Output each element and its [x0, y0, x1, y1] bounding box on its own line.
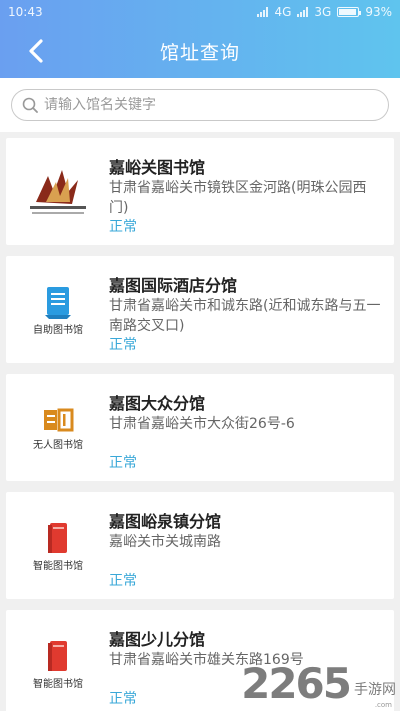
network-label-2: 3G — [314, 5, 332, 19]
signal-icon — [257, 7, 269, 17]
watermark-label: 手游网 — [354, 682, 396, 698]
library-status: 正常 — [109, 455, 137, 471]
logo-caption: 智能图书馆 — [33, 560, 83, 572]
search-box[interactable] — [11, 89, 389, 121]
signal-icon-2 — [297, 7, 309, 17]
status-time: 10:43 — [8, 5, 43, 19]
smart-library-logo: 智能图书馆 — [22, 628, 94, 700]
page-title: 馆址查询 — [159, 41, 240, 64]
library-status: 正常 — [109, 337, 137, 353]
library-status: 正常 — [109, 573, 137, 589]
watermark-suffix: .com — [374, 701, 392, 709]
status-bar: 10:43 4G 3G 93% — [0, 0, 400, 24]
logo-caption: 自助图书馆 — [33, 324, 83, 336]
search-bar — [0, 78, 400, 132]
library-name: 嘉峪关图书馆 — [109, 158, 206, 177]
library-card-yuquan[interactable]: 智能图书馆 嘉图峪泉镇分馆 嘉峪关市关城南路 正常 — [6, 492, 394, 599]
library-status: 正常 — [109, 691, 137, 707]
library-card-hotel[interactable]: 自助图书馆 嘉图国际酒店分馆 甘肃省嘉峪关市和诚东路(近和诚东路与五一南路交叉口… — [6, 256, 394, 363]
search-icon — [22, 97, 38, 113]
library-address: 嘉峪关市关城南路 — [109, 534, 221, 550]
network-label-1: 4G — [274, 5, 292, 19]
unmanned-library-logo: 无人图书馆 — [22, 392, 94, 464]
library-address: 甘肃省嘉峪关市和诚东路(近和诚东路与五一南路交叉口) — [109, 298, 381, 334]
library-name: 嘉图国际酒店分馆 — [109, 276, 238, 295]
nav-bar: 馆址查询 — [0, 24, 400, 78]
status-indicators: 4G 3G 93% — [257, 5, 392, 19]
app-header: 10:43 4G 3G 93% 馆址查询 — [0, 0, 400, 78]
logo-caption: 无人图书馆 — [33, 439, 83, 451]
search-input[interactable] — [44, 97, 364, 113]
watermark-number: 2265 — [241, 659, 352, 708]
library-name: 嘉图大众分馆 — [109, 394, 206, 413]
battery-icon — [337, 7, 362, 17]
jiayuguan-library-logo — [22, 156, 94, 228]
library-card-jiayuguan[interactable]: 嘉峪关图书馆 甘肃省嘉峪关市镜铁区金河路(明珠公园西门) 正常 — [6, 138, 394, 245]
library-status: 正常 — [109, 219, 137, 235]
library-card-dazhong[interactable]: 无人图书馆 嘉图大众分馆 甘肃省嘉峪关市大众街26号-6 正常 — [6, 374, 394, 481]
chevron-left-icon — [29, 39, 43, 63]
battery-level: 93% — [365, 5, 392, 19]
watermark: 2265 手游网 .com — [241, 659, 396, 710]
library-address: 甘肃省嘉峪关市大众街26号-6 — [109, 416, 295, 432]
library-name: 嘉图少儿分馆 — [109, 630, 206, 649]
back-button[interactable] — [22, 37, 50, 65]
library-name: 嘉图峪泉镇分馆 — [109, 512, 222, 531]
logo-caption: 智能图书馆 — [33, 678, 83, 690]
self-service-library-logo: 自助图书馆 — [22, 274, 94, 346]
library-address: 甘肃省嘉峪关市镜铁区金河路(明珠公园西门) — [109, 180, 367, 216]
smart-library-logo: 智能图书馆 — [22, 510, 94, 582]
